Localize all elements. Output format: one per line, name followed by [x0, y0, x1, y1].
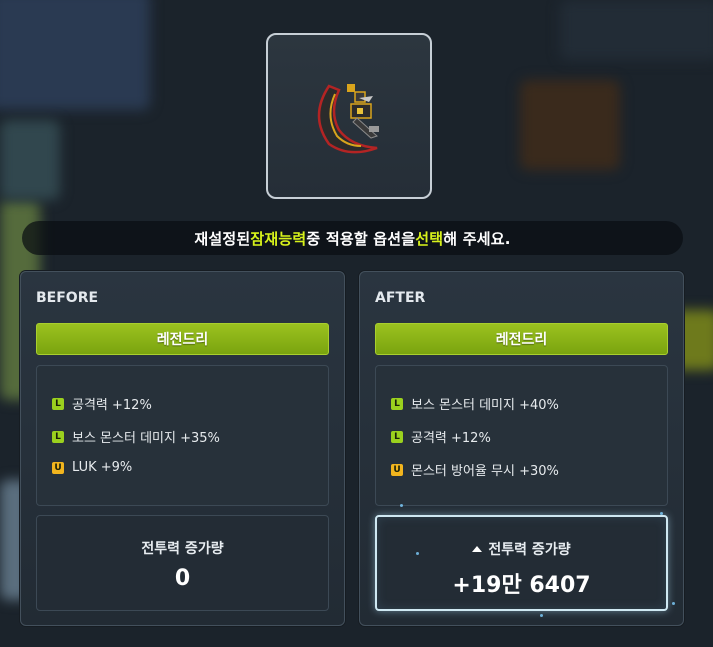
- item-slot: [266, 33, 432, 199]
- before-option-card[interactable]: BEFORE 레전드리 L 공격력 +12% L 보스 몬스터 데미지 +35%…: [20, 271, 345, 626]
- sparkle-particle: [672, 602, 675, 605]
- unique-grade-icon: U: [391, 463, 403, 476]
- before-grade-bar: 레전드리: [36, 323, 329, 355]
- option-line: L 보스 몬스터 데미지 +40%: [391, 394, 559, 413]
- legendary-grade-icon: L: [391, 430, 403, 443]
- sparkle-particle: [416, 552, 419, 555]
- scythe-weapon-icon: [317, 84, 379, 154]
- sparkle-particle: [540, 614, 543, 617]
- option-line: L 공격력 +12%: [391, 427, 491, 446]
- sparkle-particle: [400, 504, 403, 507]
- legendary-grade-icon: L: [52, 397, 64, 410]
- legendary-grade-icon: L: [391, 397, 403, 410]
- legendary-grade-icon: L: [52, 430, 64, 443]
- after-option-card[interactable]: AFTER 레전드리 L 보스 몬스터 데미지 +40% L 공격력 +12% …: [359, 271, 684, 626]
- combat-power-value: 0: [174, 566, 191, 591]
- before-options-list: L 공격력 +12% L 보스 몬스터 데미지 +35% U LUK +9%: [36, 365, 329, 506]
- combat-power-value: +19만 6407: [452, 573, 591, 598]
- instruction-text: 재설정된 잠재능력 중 적용할 옵션을 선택 해 주세요.: [22, 221, 683, 255]
- combat-power-label: 전투력 증가량: [141, 541, 224, 557]
- before-title: BEFORE: [36, 290, 99, 306]
- after-grade-bar: 레전드리: [375, 323, 668, 355]
- increase-arrow-icon: [472, 546, 483, 552]
- option-line: L 공격력 +12%: [52, 394, 152, 413]
- after-title: AFTER: [375, 290, 426, 306]
- before-combat-power-box: 전투력 증가량 0: [36, 515, 329, 611]
- highlight-potential: 잠재능력: [250, 229, 307, 248]
- option-line: L 보스 몬스터 데미지 +35%: [52, 427, 220, 446]
- after-options-list: L 보스 몬스터 데미지 +40% L 공격력 +12% U 몬스터 방어율 무…: [375, 365, 668, 506]
- option-line: U LUK +9%: [52, 460, 132, 475]
- combat-power-label: 전투력 증가량: [377, 539, 666, 559]
- highlight-select: 선택: [415, 229, 444, 248]
- after-combat-power-box: 전투력 증가량 +19만 6407: [375, 515, 668, 611]
- option-line: U 몬스터 방어율 무시 +30%: [391, 460, 559, 479]
- unique-grade-icon: U: [52, 461, 64, 474]
- sparkle-particle: [660, 512, 663, 515]
